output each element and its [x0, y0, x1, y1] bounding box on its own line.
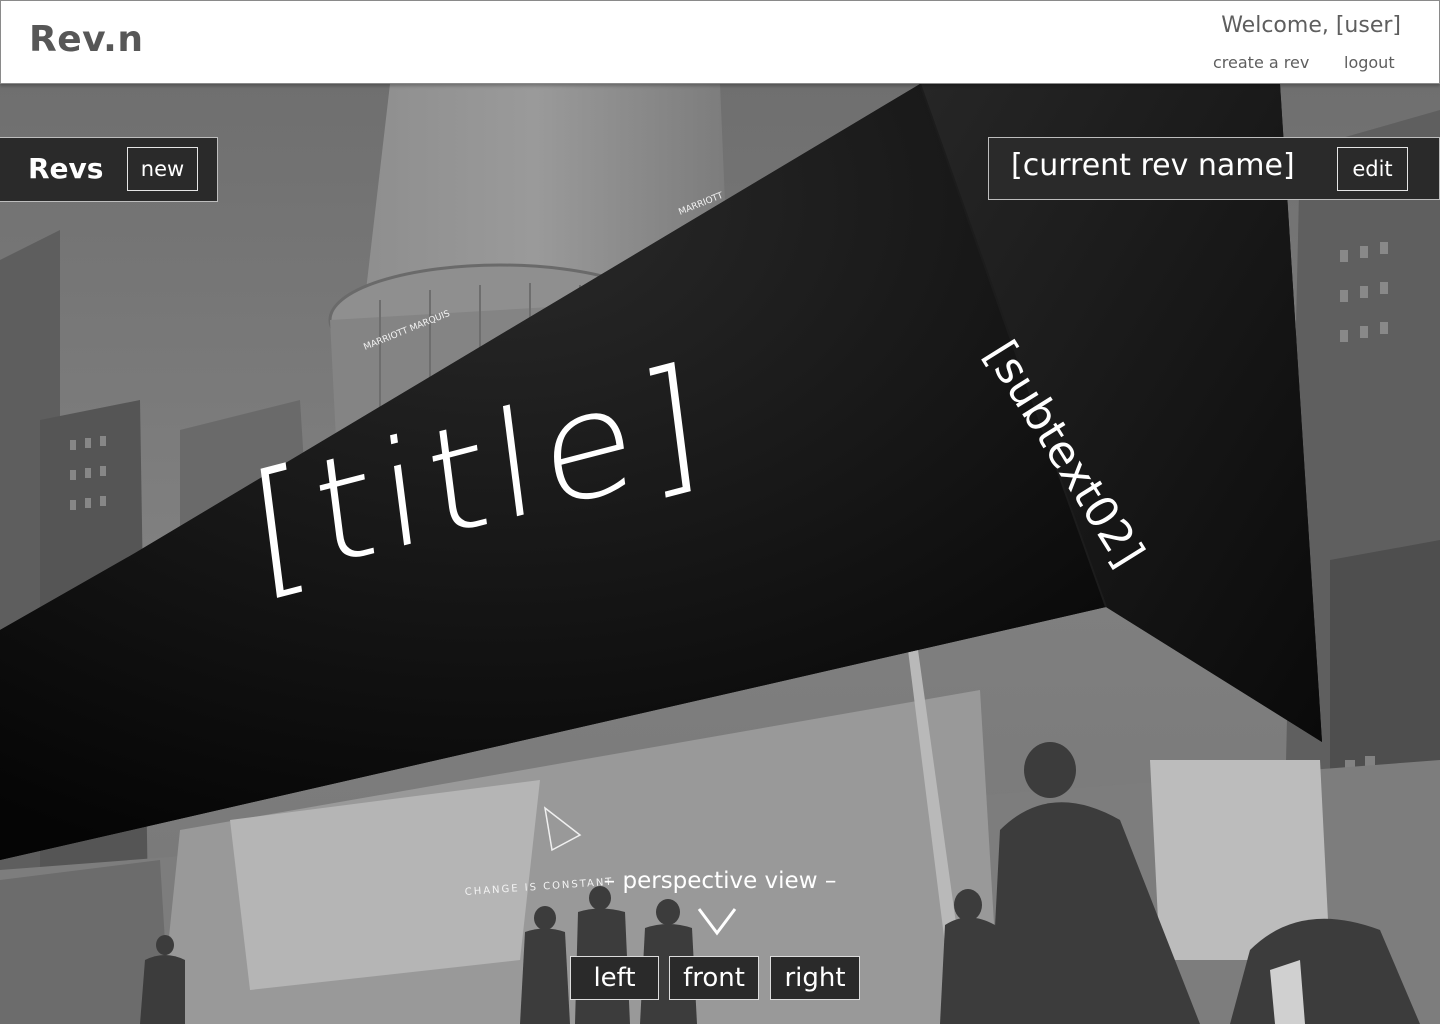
view-right-button[interactable]: right — [770, 956, 860, 1000]
perspective-view-label: – perspective view – — [603, 868, 837, 894]
create-rev-link[interactable]: create a rev — [1213, 53, 1309, 72]
chevron-down-icon[interactable] — [697, 906, 737, 940]
revs-panel: Revs new — [0, 137, 218, 202]
current-rev-name: [current rev name] — [1011, 148, 1295, 183]
logout-link[interactable]: logout — [1344, 53, 1395, 72]
welcome-text: Welcome, [user] — [1221, 13, 1401, 38]
edit-rev-button[interactable]: edit — [1337, 147, 1408, 191]
view-left-button[interactable]: left — [570, 956, 659, 1000]
top-bar: Rev.n Welcome, [user] create a rev logou… — [0, 0, 1440, 84]
revs-label: Revs — [28, 152, 104, 185]
app-logo[interactable]: Rev.n — [29, 19, 143, 60]
view-front-button[interactable]: front — [669, 956, 759, 1000]
current-rev-panel: [current rev name] edit — [988, 137, 1440, 200]
new-rev-button[interactable]: new — [127, 147, 198, 191]
